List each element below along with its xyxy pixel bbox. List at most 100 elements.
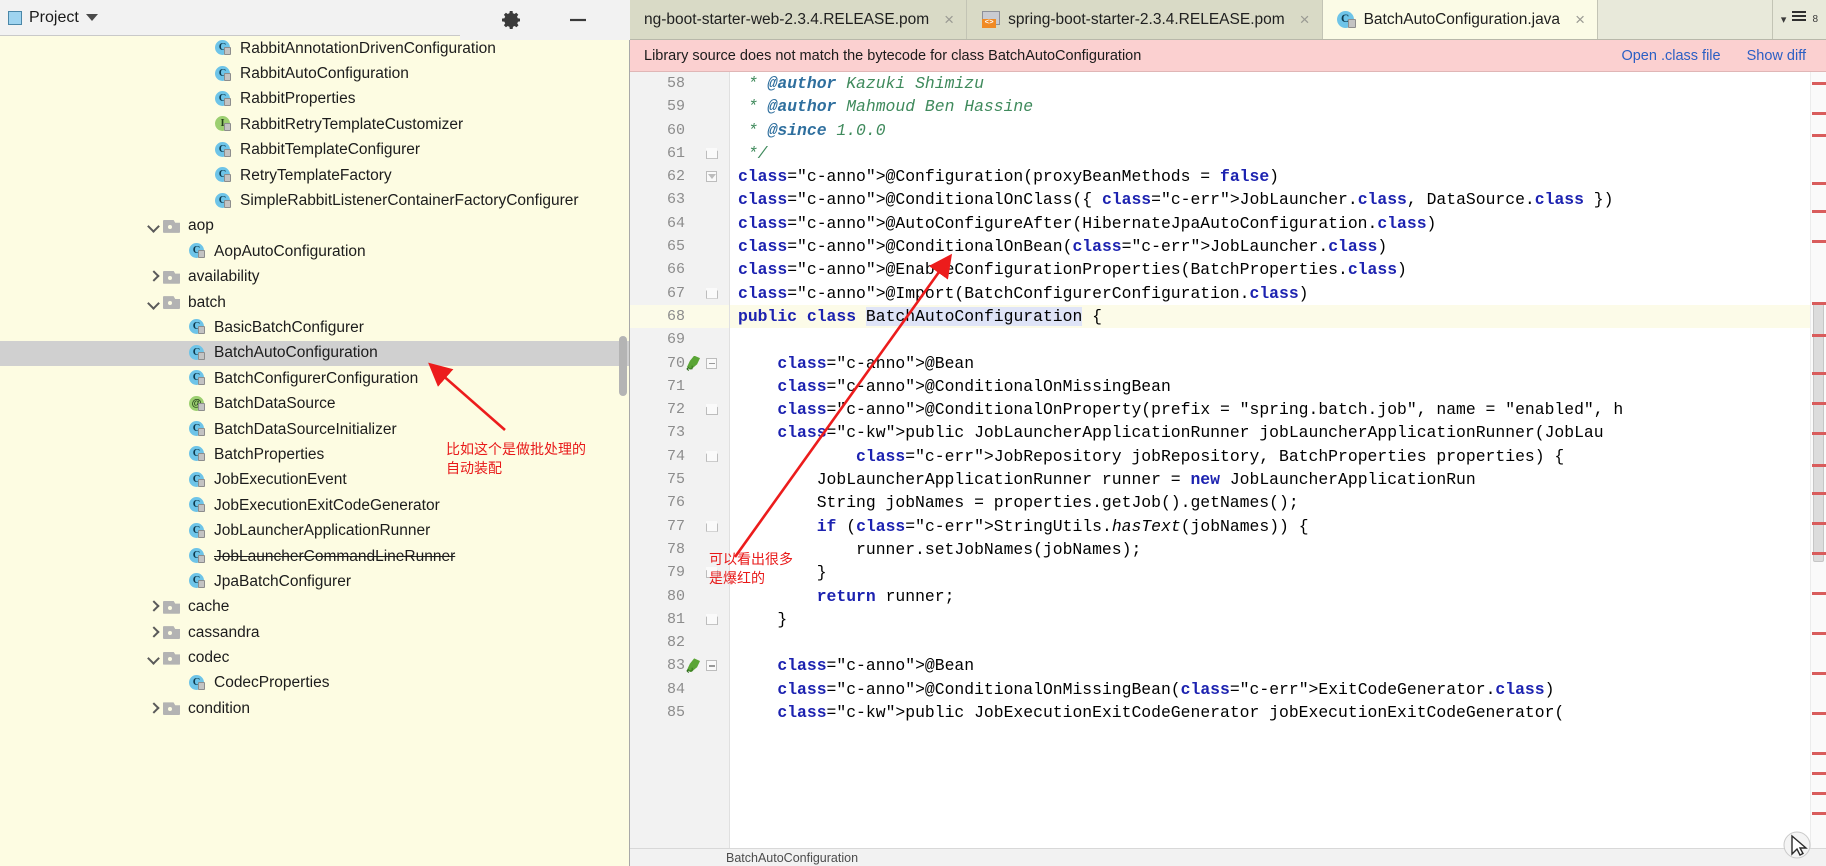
chevron-right-icon[interactable] — [146, 625, 162, 641]
error-stripe-mark[interactable] — [1812, 464, 1826, 467]
chevron-down-icon[interactable] — [85, 14, 98, 21]
tab-list-actions[interactable]: ▾ 8 — [1771, 0, 1826, 39]
code-line[interactable]: runner.setJobNames(jobNames); — [730, 538, 1810, 561]
error-stripe-mark[interactable] — [1812, 112, 1826, 115]
tree-item[interactable]: batch — [0, 290, 629, 315]
chevron-down-icon[interactable] — [146, 295, 162, 311]
error-stripe-mark[interactable] — [1812, 712, 1826, 715]
error-stripe-mark[interactable] — [1812, 792, 1826, 795]
error-stripe-mark[interactable] — [1812, 182, 1826, 185]
code-line[interactable]: String jobNames = properties.getJob().ge… — [730, 491, 1810, 514]
code-line[interactable]: class="c-kw">public JobLauncherApplicati… — [730, 421, 1810, 444]
line-number[interactable]: 73 — [630, 421, 729, 444]
code-line[interactable]: class="c-anno">@Bean — [730, 352, 1810, 375]
code-fold-icon[interactable] — [706, 404, 717, 416]
code-line[interactable]: JobLauncherApplicationRunner runner = ne… — [730, 468, 1810, 491]
line-number[interactable]: 75 — [630, 468, 729, 491]
tree-item[interactable]: JobLauncherApplicationRunner — [0, 518, 629, 543]
code-fold-icon[interactable] — [706, 287, 717, 299]
line-number[interactable]: 70 — [630, 352, 729, 382]
editor-tab-0[interactable]: ng-boot-starter-web-2.3.4.RELEASE.pom × — [630, 0, 968, 39]
code-line[interactable]: class="c-err">JobRepository jobRepositor… — [730, 445, 1810, 468]
code-fold-icon[interactable] — [706, 147, 717, 159]
code-fold-icon[interactable] — [706, 450, 717, 462]
settings-gear-icon[interactable] — [500, 8, 524, 32]
tree-item[interactable]: BasicBatchConfigurer — [0, 315, 629, 340]
error-stripe-mark[interactable] — [1812, 82, 1826, 85]
tree-item[interactable]: RabbitAutoConfiguration — [0, 61, 629, 86]
code-line[interactable]: class="c-anno">@ConditionalOnBean(class=… — [730, 235, 1810, 258]
line-number[interactable]: 77 — [630, 515, 729, 538]
error-stripe-mark[interactable] — [1812, 492, 1826, 495]
line-number[interactable]: 67 — [630, 282, 729, 305]
code-text[interactable]: * @author Kazuki Shimizu * @author Mahmo… — [730, 72, 1810, 848]
code-line[interactable]: * @since 1.0.0 — [730, 119, 1810, 142]
line-number[interactable]: 72 — [630, 398, 729, 421]
editor-tab-2[interactable]: BatchAutoConfiguration.java × — [1322, 0, 1598, 39]
code-line[interactable]: class="c-kw">public JobExecutionExitCode… — [730, 701, 1810, 724]
close-icon[interactable]: × — [1575, 11, 1585, 28]
error-stripe-mark[interactable] — [1812, 632, 1826, 635]
error-stripe-mark[interactable] — [1812, 552, 1826, 555]
chevron-down-icon[interactable]: ▾ — [1781, 13, 1787, 26]
tree-item[interactable]: aop — [0, 214, 629, 239]
close-icon[interactable]: × — [944, 11, 954, 28]
code-line[interactable]: class="c-anno">@AutoConfigureAfter(Hiber… — [730, 212, 1810, 235]
error-stripe-mark[interactable] — [1812, 134, 1826, 137]
spring-bean-gutter-icon[interactable] — [686, 356, 701, 382]
tree-item[interactable]: availability — [0, 265, 629, 290]
chevron-right-icon[interactable] — [146, 269, 162, 285]
spring-bean-gutter-icon[interactable] — [686, 658, 701, 684]
line-number[interactable]: 85 — [630, 701, 729, 724]
editor-tab-1[interactable]: spring-boot-starter-2.3.4.RELEASE.pom × — [967, 0, 1323, 39]
code-line[interactable]: if (class="c-err">StringUtils.hasText(jo… — [730, 515, 1810, 538]
chevron-down-icon[interactable] — [146, 218, 162, 234]
line-number[interactable]: 68 — [630, 304, 729, 329]
tree-item[interactable]: cassandra — [0, 620, 629, 645]
error-stripe-mark[interactable] — [1812, 372, 1826, 375]
close-icon[interactable]: × — [1300, 11, 1310, 28]
tree-item[interactable]: RabbitTemplateConfigurer — [0, 138, 629, 163]
open-class-file-link[interactable]: Open .class file — [1621, 48, 1720, 64]
error-stripe-mark[interactable] — [1812, 240, 1826, 243]
tree-item[interactable]: BatchDataSourceInitializer — [0, 417, 629, 442]
error-stripe-mark[interactable] — [1812, 402, 1826, 405]
minimize-icon[interactable] — [566, 8, 590, 32]
tree-item[interactable]: AopAutoConfiguration — [0, 239, 629, 264]
line-number[interactable]: 59 — [630, 95, 729, 118]
code-fold-icon[interactable] — [706, 171, 717, 183]
tree-item[interactable]: cache — [0, 595, 629, 620]
project-tree-scrollbar[interactable] — [618, 36, 628, 866]
error-stripe-mark[interactable] — [1812, 772, 1826, 775]
code-line[interactable]: class="c-anno">@ConditionalOnMissingBean… — [730, 678, 1810, 701]
tree-item[interactable]: BatchDataSource — [0, 391, 629, 416]
code-fold-icon[interactable] — [706, 660, 717, 672]
error-stripe-mark[interactable] — [1812, 334, 1826, 337]
line-number[interactable]: 76 — [630, 491, 729, 514]
code-editor[interactable]: 5859606162636465666768697071727374757677… — [630, 72, 1826, 848]
code-line[interactable]: public class BatchAutoConfiguration { — [730, 304, 1810, 329]
tree-item[interactable]: RetryTemplateFactory — [0, 163, 629, 188]
code-line[interactable]: class="c-anno">@ConditionalOnClass({ cla… — [730, 188, 1810, 211]
code-fold-icon[interactable] — [706, 520, 717, 532]
tree-item[interactable]: codec — [0, 645, 629, 670]
code-line[interactable]: class="c-anno">@Import(BatchConfigurerCo… — [730, 282, 1810, 305]
code-line[interactable]: class="c-anno">@ConditionalOnProperty(pr… — [730, 398, 1810, 421]
error-stripe-mark[interactable] — [1812, 210, 1826, 213]
code-line[interactable]: class="c-anno">@ConditionalOnMissingBean — [730, 375, 1810, 398]
error-stripe-mark[interactable] — [1812, 432, 1826, 435]
tree-item[interactable]: SimpleRabbitListenerContainerFactoryConf… — [0, 188, 629, 213]
code-line[interactable]: return runner; — [730, 585, 1810, 608]
tree-item[interactable]: BatchAutoConfiguration — [0, 340, 629, 367]
chevron-down-icon[interactable] — [146, 650, 162, 666]
line-number[interactable]: 61 — [630, 142, 729, 165]
error-stripe-mark[interactable] — [1812, 672, 1826, 675]
line-number[interactable]: 60 — [630, 119, 729, 142]
error-stripe-mark[interactable] — [1812, 592, 1826, 595]
chevron-right-icon[interactable] — [146, 701, 162, 717]
scrollbar-thumb[interactable] — [619, 336, 627, 396]
code-fold-icon[interactable] — [706, 613, 717, 625]
tree-item[interactable]: CodecProperties — [0, 671, 629, 696]
line-number[interactable]: 66 — [630, 258, 729, 281]
code-line[interactable] — [730, 328, 1810, 351]
